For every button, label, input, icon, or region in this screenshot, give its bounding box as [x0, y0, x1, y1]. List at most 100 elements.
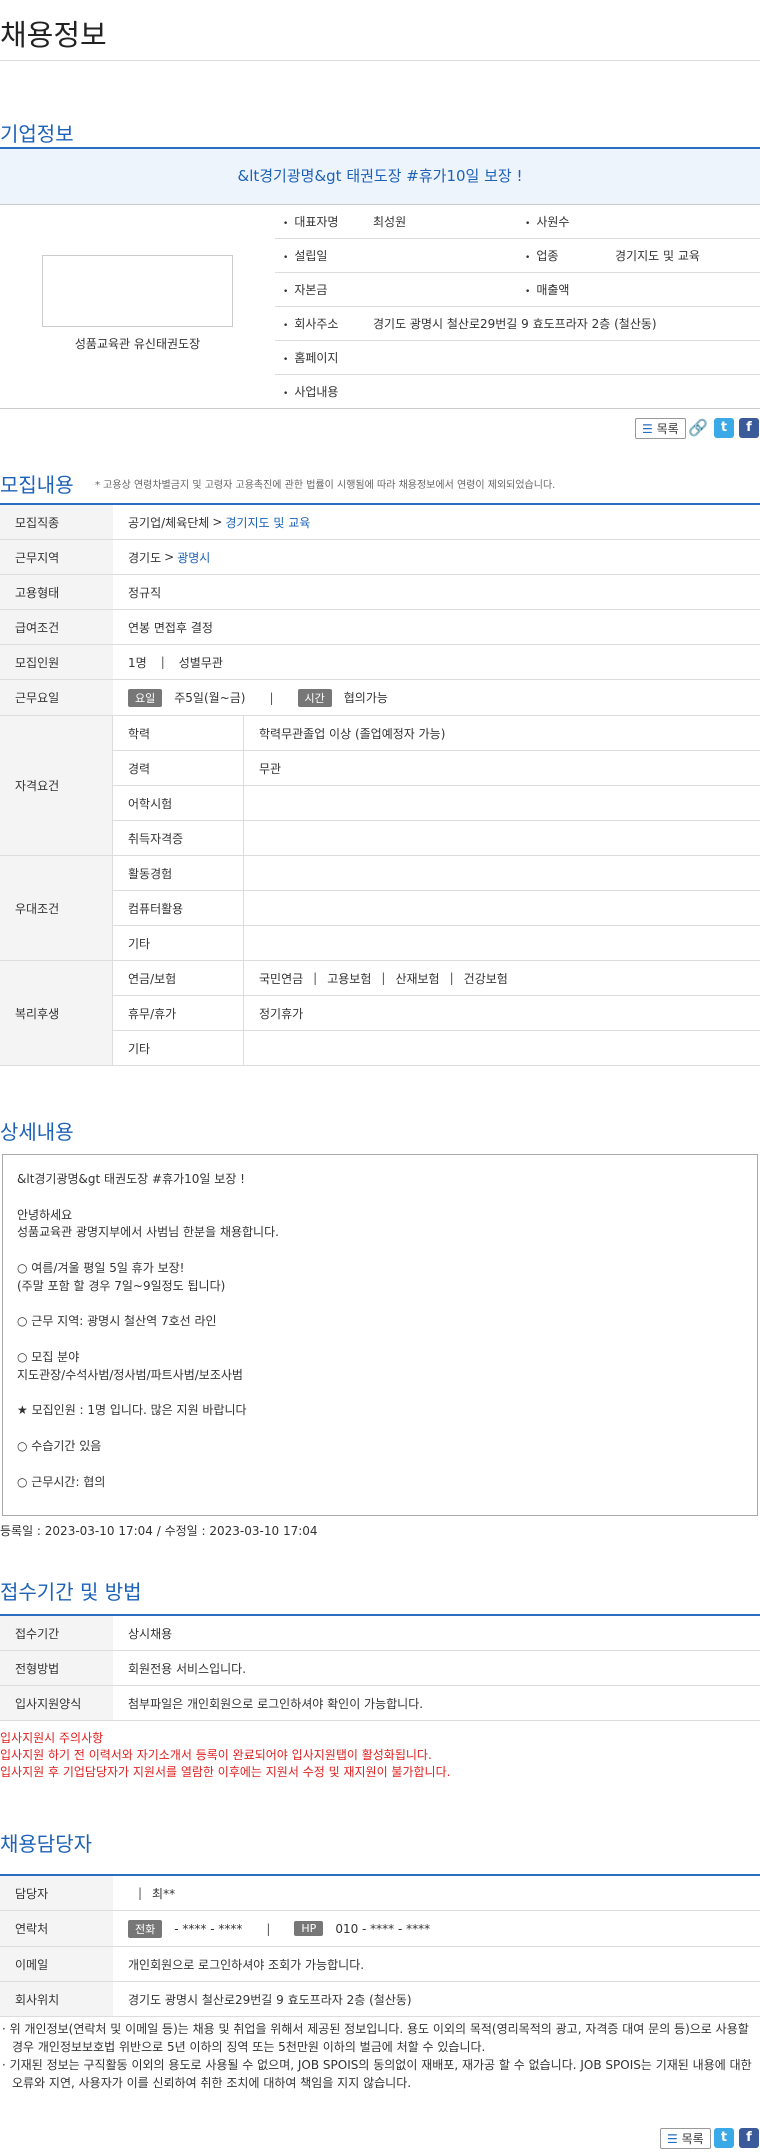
company-info-value	[373, 349, 760, 366]
vacation-value: 정기휴가	[259, 1006, 304, 1021]
sublabel-vacation: 휴무/휴가	[113, 996, 244, 1030]
row-people: 모집인원 1명 | 성별무관	[0, 645, 760, 680]
area-province: 경기도	[128, 550, 162, 565]
company-info-label: 매출액	[517, 281, 615, 298]
page-title: 채용정보	[0, 0, 760, 61]
people-gender: 성별무관	[178, 655, 223, 670]
company-info-cell: 업종경기지도 및 교육	[517, 247, 759, 264]
list-button[interactable]: ☰ 목록	[635, 418, 686, 439]
list-button-bottom[interactable]: ☰ 목록	[660, 2128, 711, 2149]
twitter-icon[interactable]: t	[714, 2128, 734, 2148]
company-info-label: 대표자명	[275, 213, 373, 230]
subrow: 컴퓨터활용	[113, 891, 760, 926]
value-days: 요일 주5일(월~금) | 시간 협의가능	[113, 680, 760, 715]
insurance-item: 건강보험	[463, 971, 508, 986]
value-people: 1명 | 성별무관	[113, 645, 760, 679]
label-days: 근무요일	[0, 680, 113, 715]
age-notice: * 고용상 연령차별금지 및 고령자 고용촉진에 관한 법률이 시행됨에 따라 …	[95, 480, 556, 491]
company-info-label: 자본금	[275, 281, 373, 298]
value-phone: 전화 - **** - **** | HP 010 - **** - ****	[113, 1911, 760, 1946]
company-info-label: 홈페이지	[275, 349, 373, 366]
row-manager: 담당자 | 최**	[0, 1876, 760, 1911]
company-info-label: 회사주소	[275, 315, 373, 332]
separator: |	[381, 971, 386, 985]
sublabel: 컴퓨터활용	[113, 891, 244, 925]
value-manager: | 최**	[113, 1876, 760, 1910]
subrow: 학력 학력무관졸업 이상 (졸업예정자 가능)	[113, 716, 760, 751]
company-info-value	[615, 281, 759, 298]
company-info-cell: 매출액	[517, 281, 759, 298]
subrow: 경력 무관	[113, 751, 760, 786]
welfare-etc-value	[244, 1031, 760, 1065]
separator: |	[138, 1886, 143, 1900]
recruit-table: 모집직종 공기업/체육단체 > 경기지도 및 교육 근무지역 경기도 > 광명시 고용형…	[0, 503, 760, 1066]
facebook-icon[interactable]: f	[739, 418, 759, 438]
company-info-table: 대표자명최성원사원수설립일업종경기지도 및 교육자본금매출액회사주소경기도 광명…	[275, 205, 760, 408]
twitter-icon[interactable]: t	[714, 418, 734, 438]
area-city-link[interactable]: 광명시	[177, 549, 210, 566]
company-info-value: 경기지도 및 교육	[615, 249, 700, 263]
value-location: 경기도 광명시 철산로29번길 9 효도프라자 2층 (철산동)	[128, 1992, 412, 2007]
link-copy-icon[interactable]: 🔗	[688, 418, 708, 438]
row-days: 근무요일 요일 주5일(월~금) | 시간 협의가능	[0, 680, 760, 716]
value-pay: 연봉 면접후 결정	[128, 620, 213, 635]
apply-label: 전형방법	[0, 1651, 113, 1685]
row-phone: 연락처 전화 - **** - **** | HP 010 - **** - ****	[0, 1911, 760, 1947]
value-type: 정규직	[128, 585, 162, 600]
footer-note: · 기재된 정보는 구직활동 이외의 용도로 사용될 수 없으며, JOB SP…	[2, 2058, 752, 2090]
value-email: 개인회원으로 로그인하셔야 조회가 가능합니다.	[128, 1957, 365, 1972]
hp-value: 010 - **** - ****	[335, 1921, 431, 1936]
days-tag: 요일	[128, 688, 163, 707]
row-location: 회사위치 경기도 광명시 철산로29번길 9 효도프라자 2층 (철산동)	[0, 1982, 760, 2017]
facebook-icon[interactable]: f	[739, 2128, 759, 2148]
contact-table: 담당자 | 최** 연락처 전화 - **** - **** | HP 010 - ***…	[0, 1874, 760, 2017]
qualification-rows: 학력 학력무관졸업 이상 (졸업예정자 가능) 경력 무관 어학시험 취득자격증	[113, 716, 760, 855]
group-qualification: 자격요건 학력 학력무관졸업 이상 (졸업예정자 가능) 경력 무관 어학시험 취득자격증	[0, 716, 760, 856]
company-info-row: 회사주소경기도 광명시 철산로29번길 9 효도프라자 2층 (철산동)	[275, 307, 760, 341]
post-dates: 등록일 : 2023-03-10 17:04 / 수정일 : 2023-03-1…	[0, 1524, 318, 1538]
company-info-value: 경기도 광명시 철산로29번길 9 효도프라자 2층 (철산동)	[373, 317, 657, 331]
preference-rows: 활동경험 컴퓨터활용 기타	[113, 856, 760, 960]
label-pay: 급여조건	[0, 610, 113, 644]
subrow: 취득자격증	[113, 821, 760, 855]
company-info-row: 자본금 매출액	[275, 273, 760, 307]
group-welfare: 복리후생 연금/보험 국민연금 | 고용보험 | 산재보험 | 건강보험 휴무/휴가 정기휴…	[0, 961, 760, 1066]
apply-row: 입사지원양식 첨부파일은 개인회원으로 로그인하셔야 확인이 가능합니다.	[0, 1686, 760, 1721]
chevron-right-icon: >	[164, 550, 175, 564]
sublabel: 학력	[113, 716, 244, 750]
company-name: 성품교육관 유신태권도장	[74, 337, 201, 351]
subrow-insurance: 연금/보험 국민연금 | 고용보험 | 산재보험 | 건강보험	[113, 961, 760, 996]
detail-section-title: 상세내용	[0, 1120, 74, 1144]
sublabel: 활동경험	[113, 856, 244, 890]
apply-table: 접수기간 상시채용 전형방법 회원전용 서비스입니다. 입사지원양식 첨부파일은 개인회원…	[0, 1614, 760, 1721]
sublabel: 취득자격증	[113, 821, 244, 855]
company-info-row: 홈페이지	[275, 341, 760, 375]
apply-row: 전형방법 회원전용 서비스입니다.	[0, 1651, 760, 1686]
company-info-cell: 대표자명최성원	[275, 213, 517, 230]
footer-notes: · 위 개인정보(연락처 및 이메일 등)는 채용 및 취업을 위해서 제공된 …	[0, 2017, 760, 2092]
company-info-value	[615, 213, 759, 230]
row-email: 이메일 개인회원으로 로그인하셔야 조회가 가능합니다.	[0, 1947, 760, 1982]
list-icon: ☰	[667, 2132, 678, 2146]
separator: |	[313, 971, 318, 985]
tel-tag: 전화	[128, 1919, 163, 1938]
footer-note: · 위 개인정보(연락처 및 이메일 등)는 채용 및 취업을 위해서 제공된 …	[2, 2022, 749, 2054]
label-area: 근무지역	[0, 540, 113, 574]
job-category: 공기업/체육단체	[128, 515, 210, 530]
row-type: 고용형태 정규직	[0, 575, 760, 610]
apply-notes: 입사지원시 주의사항 입사지원 하기 전 이력서와 자기소개서 등록이 완료되어야…	[0, 1721, 760, 1790]
company-info-cell: 사업내용	[275, 383, 760, 400]
row-area: 근무지역 경기도 > 광명시	[0, 540, 760, 575]
job-subcategory-link[interactable]: 경기지도 및 교육	[225, 514, 310, 531]
apply-note: 입사지원 후 기업담당자가 지원서를 열람한 이후에는 지원서 수정 및 재지원…	[0, 1765, 451, 1779]
company-info-label: 업종	[517, 247, 615, 264]
welfare-rows: 연금/보험 국민연금 | 고용보험 | 산재보험 | 건강보험 휴무/휴가 정기휴가 기타	[113, 961, 760, 1065]
sublabel: 어학시험	[113, 786, 244, 820]
subrow: 어학시험	[113, 786, 760, 821]
company-info-value: 최성원	[373, 215, 407, 229]
label-manager: 담당자	[0, 1876, 113, 1910]
company-section-title: 기업정보	[0, 122, 74, 146]
company-logo-area: 성품교육관 유신태권도장	[0, 205, 275, 402]
label-preference: 우대조건	[0, 856, 113, 960]
separator: |	[449, 971, 454, 985]
